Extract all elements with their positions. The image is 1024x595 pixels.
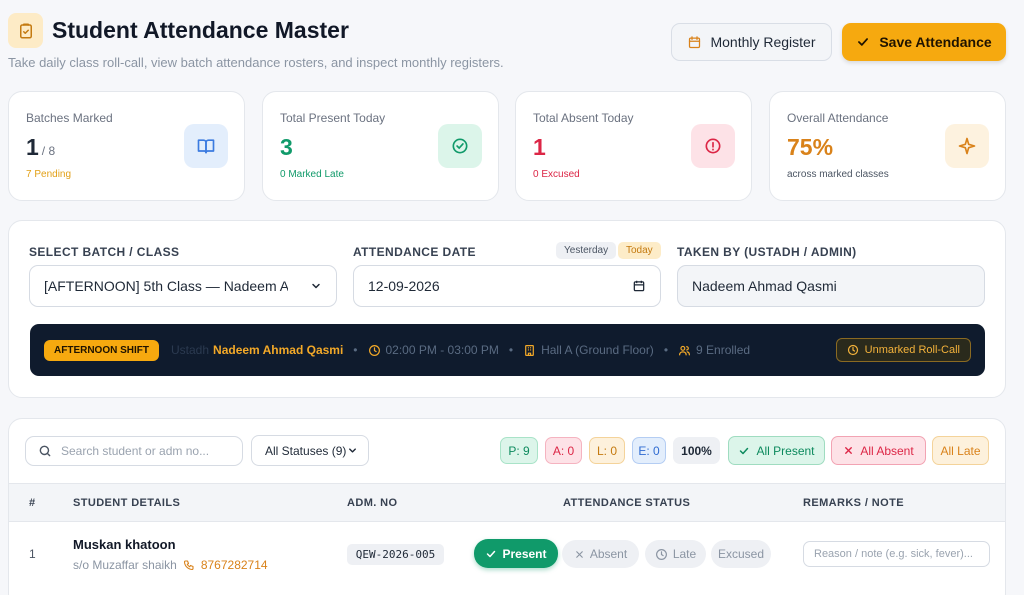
search-icon <box>39 445 51 457</box>
stat-card-overall: Overall Attendance 75% across marked cla… <box>769 91 1006 201</box>
book-icon <box>184 124 228 168</box>
stat-label: Batches Marked <box>26 111 113 125</box>
building-icon <box>525 344 534 356</box>
page-title: Student Attendance Master <box>52 17 349 43</box>
calendar-icon <box>689 35 701 48</box>
attendance-percent-badge: 100% <box>673 437 720 464</box>
clock-icon <box>847 344 858 356</box>
check-icon <box>858 38 869 46</box>
taken-by-input[interactable]: Nadeem Ahmad Qasmi <box>677 265 985 307</box>
date-input[interactable]: 12-09-2026 <box>353 265 661 307</box>
column-header: REMARKS / NOTE <box>803 497 904 509</box>
search-placeholder: Search student or adm no... <box>61 444 210 458</box>
guardian-name: s/o Muzaffar shaikh <box>73 558 177 572</box>
users-icon <box>679 345 690 355</box>
batch-label: SELECT BATCH / CLASS <box>29 245 180 259</box>
date-label: ATTENDANCE DATE <box>353 245 476 259</box>
sparkle-icon <box>945 124 989 168</box>
column-header: ADM. NO <box>347 497 398 509</box>
monthly-register-label: Monthly Register <box>710 34 816 50</box>
save-attendance-button[interactable]: Save Attendance <box>842 23 1006 61</box>
x-icon <box>845 447 853 454</box>
all-absent-button[interactable]: All Absent <box>831 436 926 465</box>
stat-sub: 0 Marked Late <box>280 169 344 180</box>
stat-value: 1/ 8 <box>26 134 56 160</box>
today-chip[interactable]: Today <box>618 242 661 259</box>
stat-card-present: Total Present Today 3 0 Marked Late <box>262 91 499 201</box>
ustadh-prefix: Ustadh <box>171 343 210 357</box>
row-index: 1 <box>29 547 36 561</box>
status-filter-select[interactable]: All Statuses (9) <box>251 435 369 466</box>
x-icon <box>575 550 583 558</box>
stat-sub: 0 Excused <box>533 169 580 180</box>
unmarked-rollcall-badge: Unmarked Roll-Call <box>835 338 971 362</box>
stat-label: Total Absent Today <box>533 111 634 125</box>
student-name: Muskan khatoon <box>73 537 176 552</box>
page-subtitle: Take daily class roll-call, view batch a… <box>8 55 504 70</box>
stat-value: 75% <box>787 134 834 160</box>
monthly-register-button[interactable]: Monthly Register <box>671 23 832 61</box>
stat-card-batches: Batches Marked 1/ 8 7 Pending <box>8 91 245 201</box>
stat-value: 1 <box>533 134 546 160</box>
column-header: # <box>29 497 36 509</box>
stat-sub: across marked classes <box>787 169 889 180</box>
alert-circle-icon <box>691 124 735 168</box>
column-header: STUDENT DETAILS <box>73 497 181 509</box>
late-count-badge: L: 0 <box>589 437 625 464</box>
check-circle-icon <box>438 124 482 168</box>
calendar-icon <box>633 280 645 292</box>
shift-info-bar: AFTERNOON SHIFT Ustadh Nadeem Ahmad Qasm… <box>30 324 985 376</box>
all-present-button[interactable]: All Present <box>728 436 825 465</box>
date-input-value: 12-09-2026 <box>368 278 440 294</box>
chevron-down-icon <box>312 283 320 289</box>
shift-enrolled: 9 Enrolled <box>696 343 751 357</box>
stat-label: Total Present Today <box>280 111 386 125</box>
present-count-badge: P: 9 <box>500 437 538 464</box>
shift-teacher: Nadeem Ahmad Qasmi <box>213 343 344 357</box>
excused-count-badge: E: 0 <box>632 437 666 464</box>
search-input[interactable]: Search student or adm no... <box>25 436 243 466</box>
absent-count-badge: A: 0 <box>545 437 582 464</box>
taken-by-label: TAKEN BY (USTADH / ADMIN) <box>677 245 857 259</box>
student-meta: s/o Muzaffar shaikh 8767282714 <box>73 558 268 572</box>
status-present-button[interactable]: Present <box>474 539 558 568</box>
chevron-down-icon <box>349 448 356 453</box>
status-absent-button[interactable]: Absent <box>562 540 639 568</box>
stat-card-absent: Total Absent Today 1 0 Excused <box>515 91 752 201</box>
check-icon <box>740 447 749 454</box>
status-late-button[interactable]: Late <box>645 540 706 568</box>
shift-room: Hall A (Ground Floor) <box>541 343 654 357</box>
remarks-input[interactable]: Reason / note (e.g. sick, fever)... <box>803 541 990 567</box>
batch-select-value: [AFTERNOON] 5th Class — Nadeem Al <box>44 278 288 294</box>
status-filter-value: All Statuses (9) <box>265 443 347 458</box>
app-logo-icon <box>8 13 43 48</box>
yesterday-chip[interactable]: Yesterday <box>556 242 617 259</box>
save-attendance-label: Save Attendance <box>879 34 992 50</box>
stat-label: Overall Attendance <box>787 111 889 125</box>
phone-icon <box>183 560 194 571</box>
batch-select[interactable]: [AFTERNOON] 5th Class — Nadeem Al <box>29 265 337 307</box>
stat-value: 3 <box>280 134 293 160</box>
guardian-phone[interactable]: 8767282714 <box>201 558 268 572</box>
clock-icon <box>368 344 380 356</box>
clock-icon <box>655 548 667 560</box>
stat-sub: 7 Pending <box>26 169 72 180</box>
admission-number: QEW-2026-005 <box>347 544 444 565</box>
status-excused-button[interactable]: Excused <box>711 540 771 568</box>
check-icon <box>487 550 496 557</box>
column-header: ATTENDANCE STATUS <box>563 497 691 509</box>
shift-badge: AFTERNOON SHIFT <box>44 339 159 361</box>
shift-time: 02:00 PM - 03:00 PM <box>385 343 499 357</box>
all-late-button[interactable]: All Late <box>932 436 989 465</box>
